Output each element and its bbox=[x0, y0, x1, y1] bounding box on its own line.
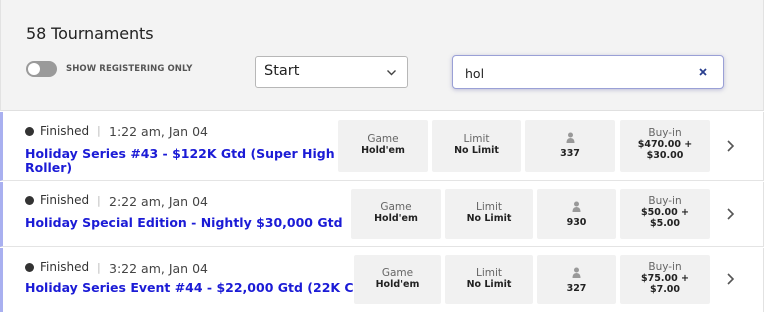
buyin-cell: Buy-in $470.00 + $30.00 bbox=[620, 120, 710, 172]
tournament-name-line1: Holiday Series #43 - $122K Gtd (Super Hi… bbox=[25, 146, 335, 161]
limit-label: Limit bbox=[475, 267, 503, 279]
chevron-right-icon[interactable] bbox=[725, 272, 735, 286]
status-label: Finished bbox=[40, 193, 90, 207]
status: Finished bbox=[25, 124, 89, 138]
user-icon bbox=[566, 132, 574, 143]
limit-cell: Limit No Limit bbox=[432, 120, 521, 172]
start-time: 1:22 am, Jan 04 bbox=[109, 124, 208, 139]
start-time: 3:22 am, Jan 04 bbox=[109, 261, 208, 276]
tournament-row[interactable]: Finished | 2:22 am, Jan 04 Holiday Speci… bbox=[0, 182, 764, 247]
buyin-value-line1: $470.00 + bbox=[637, 139, 693, 150]
limit-cell: Limit No Limit bbox=[445, 189, 533, 239]
sort-select-value: Start bbox=[264, 63, 300, 79]
buyin-value-line1: $75.00 + bbox=[641, 273, 689, 284]
buyin-value-line2: $30.00 bbox=[646, 150, 684, 161]
game-label: Game bbox=[381, 267, 414, 279]
game-label: Game bbox=[380, 201, 412, 213]
registering-only-toggle[interactable] bbox=[26, 61, 57, 77]
close-icon[interactable] bbox=[696, 65, 710, 79]
page-title: 58 Tournaments bbox=[26, 24, 154, 43]
game-value: Hold'em bbox=[361, 145, 405, 156]
tournament-row[interactable]: Finished | 1:22 am, Jan 04 Holiday Serie… bbox=[0, 112, 764, 181]
start-time: 2:22 am, Jan 04 bbox=[109, 194, 208, 209]
limit-label: Limit bbox=[463, 133, 490, 145]
toggle-label: SHOW REGISTERING ONLY bbox=[66, 64, 193, 74]
buyin-value-line1: $50.00 + bbox=[641, 207, 689, 218]
divider: | bbox=[97, 194, 101, 207]
game-value: Hold'em bbox=[375, 279, 420, 290]
tournament-filter-header: 58 Tournaments SHOW REGISTERING ONLY Sta… bbox=[0, 0, 764, 111]
game-cell: Game Hold'em bbox=[351, 189, 441, 239]
search-input[interactable] bbox=[465, 64, 685, 82]
players-cell: 337 bbox=[525, 120, 615, 172]
buyin-value-line2: $7.00 bbox=[649, 284, 681, 295]
players-count: 337 bbox=[560, 148, 580, 159]
chevron-right-icon[interactable] bbox=[725, 207, 735, 221]
limit-label: Limit bbox=[475, 201, 503, 213]
players-cell: 930 bbox=[537, 189, 616, 239]
game-value: Hold'em bbox=[374, 213, 418, 224]
toggle-knob bbox=[28, 63, 40, 75]
tournament-name-line1: Holiday Series Event #44 - $22,000 Gtd (… bbox=[25, 280, 389, 295]
user-icon bbox=[572, 201, 581, 212]
status: Finished bbox=[25, 260, 89, 274]
divider: | bbox=[97, 124, 101, 137]
game-cell: Game Hold'em bbox=[354, 255, 441, 304]
buyin-value-line2: $5.00 bbox=[649, 218, 681, 229]
limit-cell: Limit No Limit bbox=[445, 255, 533, 304]
chevron-right-icon[interactable] bbox=[725, 139, 735, 153]
status-dot bbox=[25, 195, 34, 205]
divider: | bbox=[97, 261, 101, 274]
tournament-row[interactable]: Finished | 3:22 am, Jan 04 Holiday Serie… bbox=[0, 248, 764, 312]
tournament-name-line2: Roller) bbox=[25, 160, 73, 175]
players-count: 327 bbox=[566, 283, 587, 294]
game-cell: Game Hold'em bbox=[338, 120, 428, 172]
limit-value: No Limit bbox=[466, 213, 512, 224]
players-cell: 327 bbox=[537, 255, 616, 304]
tournament-name[interactable]: Holiday Special Edition - Nightly $30,00… bbox=[25, 216, 343, 230]
buyin-label: Buy-in bbox=[648, 195, 682, 207]
game-label: Game bbox=[367, 133, 399, 145]
buyin-label: Buy-in bbox=[648, 261, 682, 273]
status-dot bbox=[25, 126, 34, 136]
search-field[interactable] bbox=[452, 55, 724, 89]
limit-value: No Limit bbox=[466, 279, 512, 290]
tournament-name[interactable]: Holiday Series #43 - $122K Gtd (Super Hi… bbox=[25, 147, 335, 175]
buyin-label: Buy-in bbox=[648, 127, 682, 139]
players-count: 930 bbox=[566, 217, 587, 228]
status-label: Finished bbox=[40, 260, 90, 274]
chevron-down-icon bbox=[387, 70, 396, 76]
status-dot bbox=[25, 262, 34, 272]
sort-select[interactable]: Start bbox=[255, 56, 408, 88]
user-icon bbox=[572, 267, 581, 278]
status: Finished bbox=[25, 193, 89, 207]
limit-value: No Limit bbox=[454, 145, 499, 156]
buyin-cell: Buy-in $50.00 + $5.00 bbox=[620, 189, 710, 239]
tournament-name-line1: Holiday Special Edition - Nightly $30,00… bbox=[25, 215, 343, 230]
tournament-name[interactable]: Holiday Series Event #44 - $22,000 Gtd (… bbox=[25, 281, 389, 295]
buyin-cell: Buy-in $75.00 + $7.00 bbox=[620, 255, 710, 304]
status-label: Finished bbox=[40, 124, 90, 138]
